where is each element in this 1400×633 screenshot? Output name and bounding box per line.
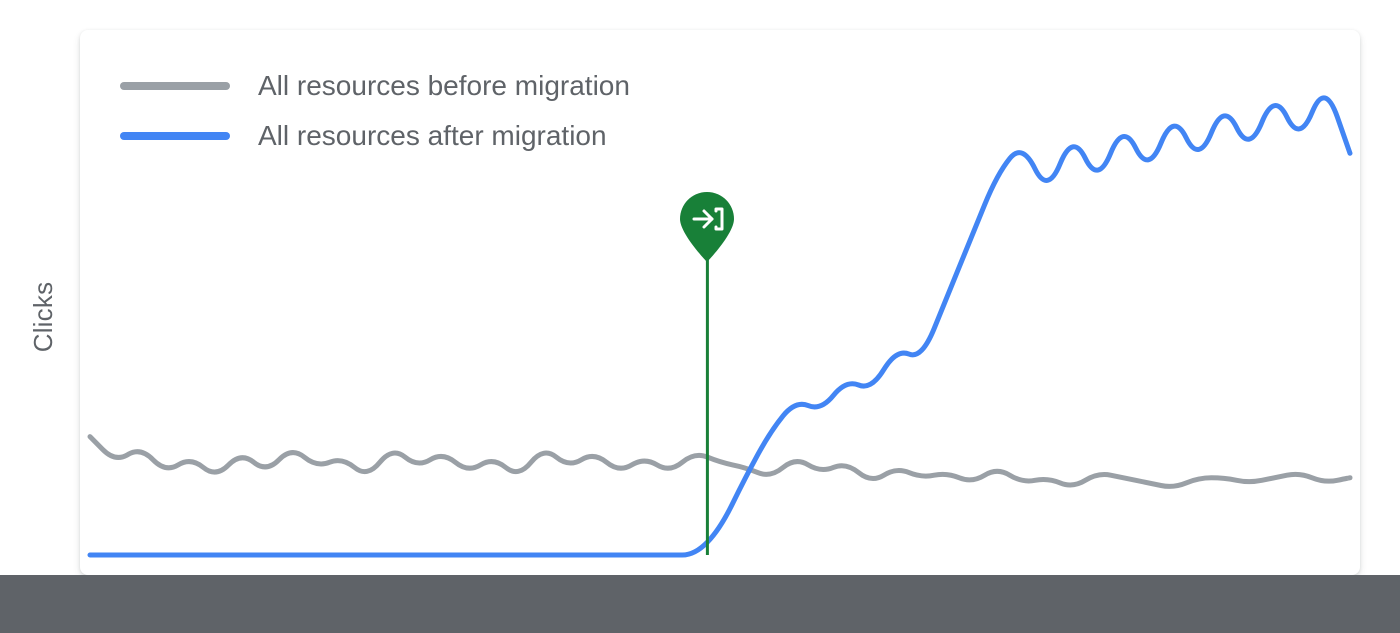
chart-card: All resources before migration All resou… — [80, 30, 1360, 575]
legend-label-before: All resources before migration — [258, 70, 630, 102]
legend-item-after: All resources after migration — [120, 120, 630, 152]
legend: All resources before migration All resou… — [120, 70, 630, 152]
series-line — [90, 437, 1350, 487]
legend-swatch-after — [120, 132, 230, 140]
footer-bar — [0, 575, 1400, 633]
migration-marker-icon — [680, 192, 734, 246]
legend-swatch-before — [120, 82, 230, 90]
legend-item-before: All resources before migration — [120, 70, 630, 102]
legend-label-after: All resources after migration — [258, 120, 607, 152]
y-axis-label: Clicks — [28, 281, 59, 352]
